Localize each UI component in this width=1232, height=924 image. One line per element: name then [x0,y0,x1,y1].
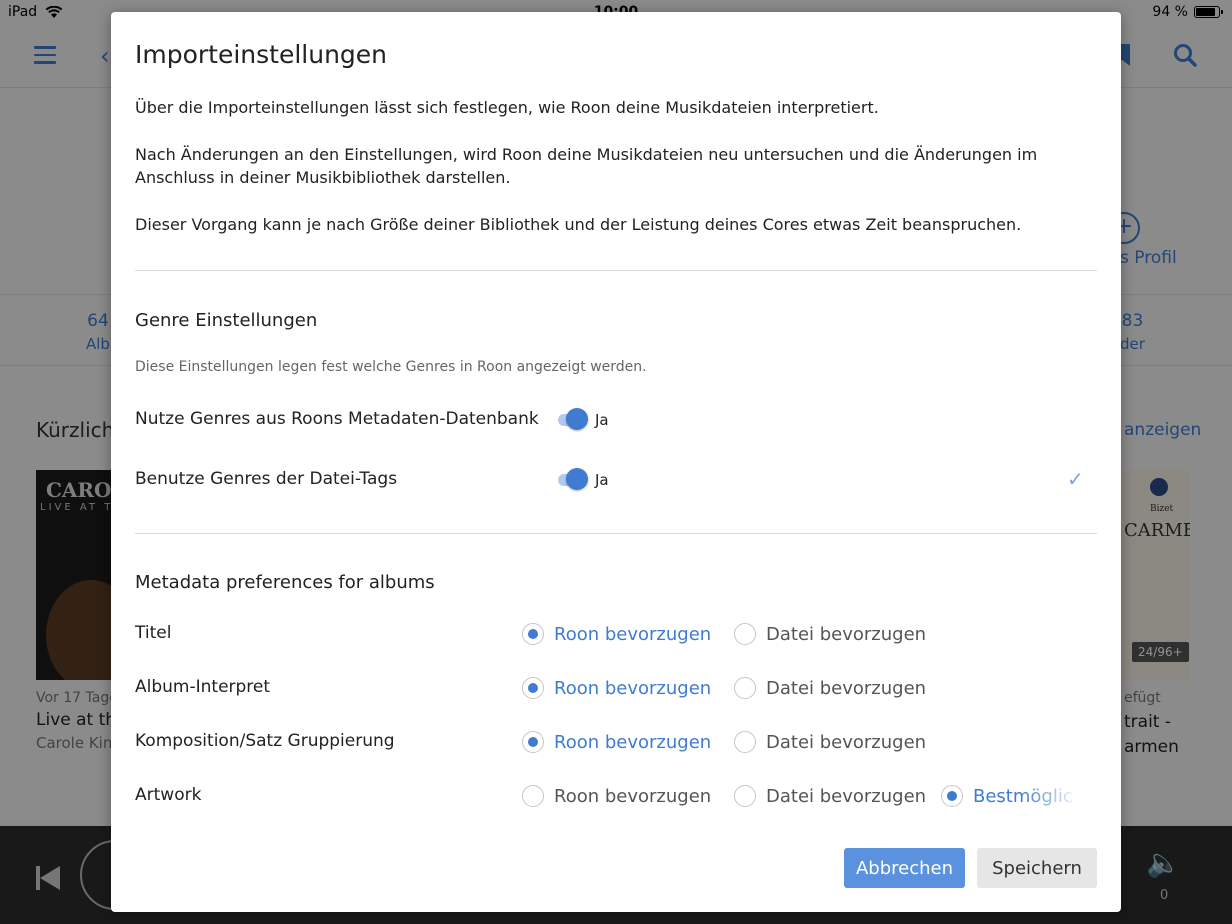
radio-label: Bestmöglic [973,785,1073,807]
metadata-row-title-label: Titel [135,623,172,643]
saved-checkmark-icon: ✓ [1067,467,1084,491]
album-artist-prefer-file-radio[interactable]: Datei bevorzugen [734,677,926,699]
radio-label: Roon bevorzugen [554,731,712,753]
metadata-row-artwork-label: Artwork [135,785,202,805]
artwork-prefer-roon-radio[interactable]: Roon bevorzugen [522,785,711,807]
genre-filetags-toggle-value: Ja [595,471,609,489]
radio-dot[interactable] [522,785,544,807]
genre-metadata-label: Nutze Genres aus Roons Metadaten-Datenba… [135,409,539,429]
radio-dot[interactable] [734,623,756,645]
metadata-row-composition-label: Komposition/Satz Gruppierung [135,731,395,751]
artwork-prefer-file-radio[interactable]: Datei bevorzugen [734,785,926,807]
radio-label: Roon bevorzugen [554,623,712,645]
radio-label: Roon bevorzugen [554,785,712,807]
radio-label: Roon bevorzugen [554,677,712,699]
metadata-row-album-artist-label: Album-Interpret [135,677,271,697]
radio-dot[interactable] [522,677,544,699]
metadata-section-title: Metadata preferences for albums [135,572,435,593]
dialog-title: Importeinstellungen [135,40,388,69]
intro-paragraph: Nach Änderungen an den Einstellungen, wi… [135,145,1038,187]
artwork-best-option-clip: Bestmöglic [941,785,1081,815]
album-artist-prefer-roon-radio[interactable]: Roon bevorzugen [522,677,711,699]
radio-dot[interactable] [734,785,756,807]
import-settings-dialog: Importeinstellungen Über die Importeinst… [111,12,1121,912]
radio-label: Datei bevorzugen [766,785,927,807]
radio-dot[interactable] [522,731,544,753]
radio-dot[interactable] [734,731,756,753]
intro-paragraph: Dieser Vorgang kann je nach Größe deiner… [135,215,1022,234]
genre-section-description: Diese Einstellungen legen fest welche Ge… [135,359,647,375]
radio-label: Datei bevorzugen [766,623,927,645]
save-button[interactable]: Speichern [977,848,1097,888]
radio-dot[interactable] [941,785,963,807]
radio-label: Datei bevorzugen [766,677,927,699]
radio-label: Datei bevorzugen [766,731,927,753]
radio-dot[interactable] [734,677,756,699]
composition-prefer-file-radio[interactable]: Datei bevorzugen [734,731,926,753]
genre-metadata-toggle-value: Ja [595,411,609,429]
divider [135,270,1097,271]
title-prefer-roon-radio[interactable]: Roon bevorzugen [522,623,711,645]
radio-dot[interactable] [522,623,544,645]
genre-filetags-toggle[interactable] [556,468,588,490]
genre-metadata-toggle[interactable] [556,408,588,430]
divider [135,533,1097,534]
dialog-intro: Über die Importeinstellungen lässt sich … [135,96,1065,260]
intro-paragraph: Über die Importeinstellungen lässt sich … [135,98,879,117]
genre-filetags-label: Benutze Genres der Datei-Tags [135,469,398,489]
composition-prefer-roon-radio[interactable]: Roon bevorzugen [522,731,711,753]
title-prefer-file-radio[interactable]: Datei bevorzugen [734,623,926,645]
artwork-best-possible-radio[interactable]: Bestmöglic [941,785,1081,807]
genre-section-title: Genre Einstellungen [135,310,318,331]
cancel-button[interactable]: Abbrechen [844,848,965,888]
